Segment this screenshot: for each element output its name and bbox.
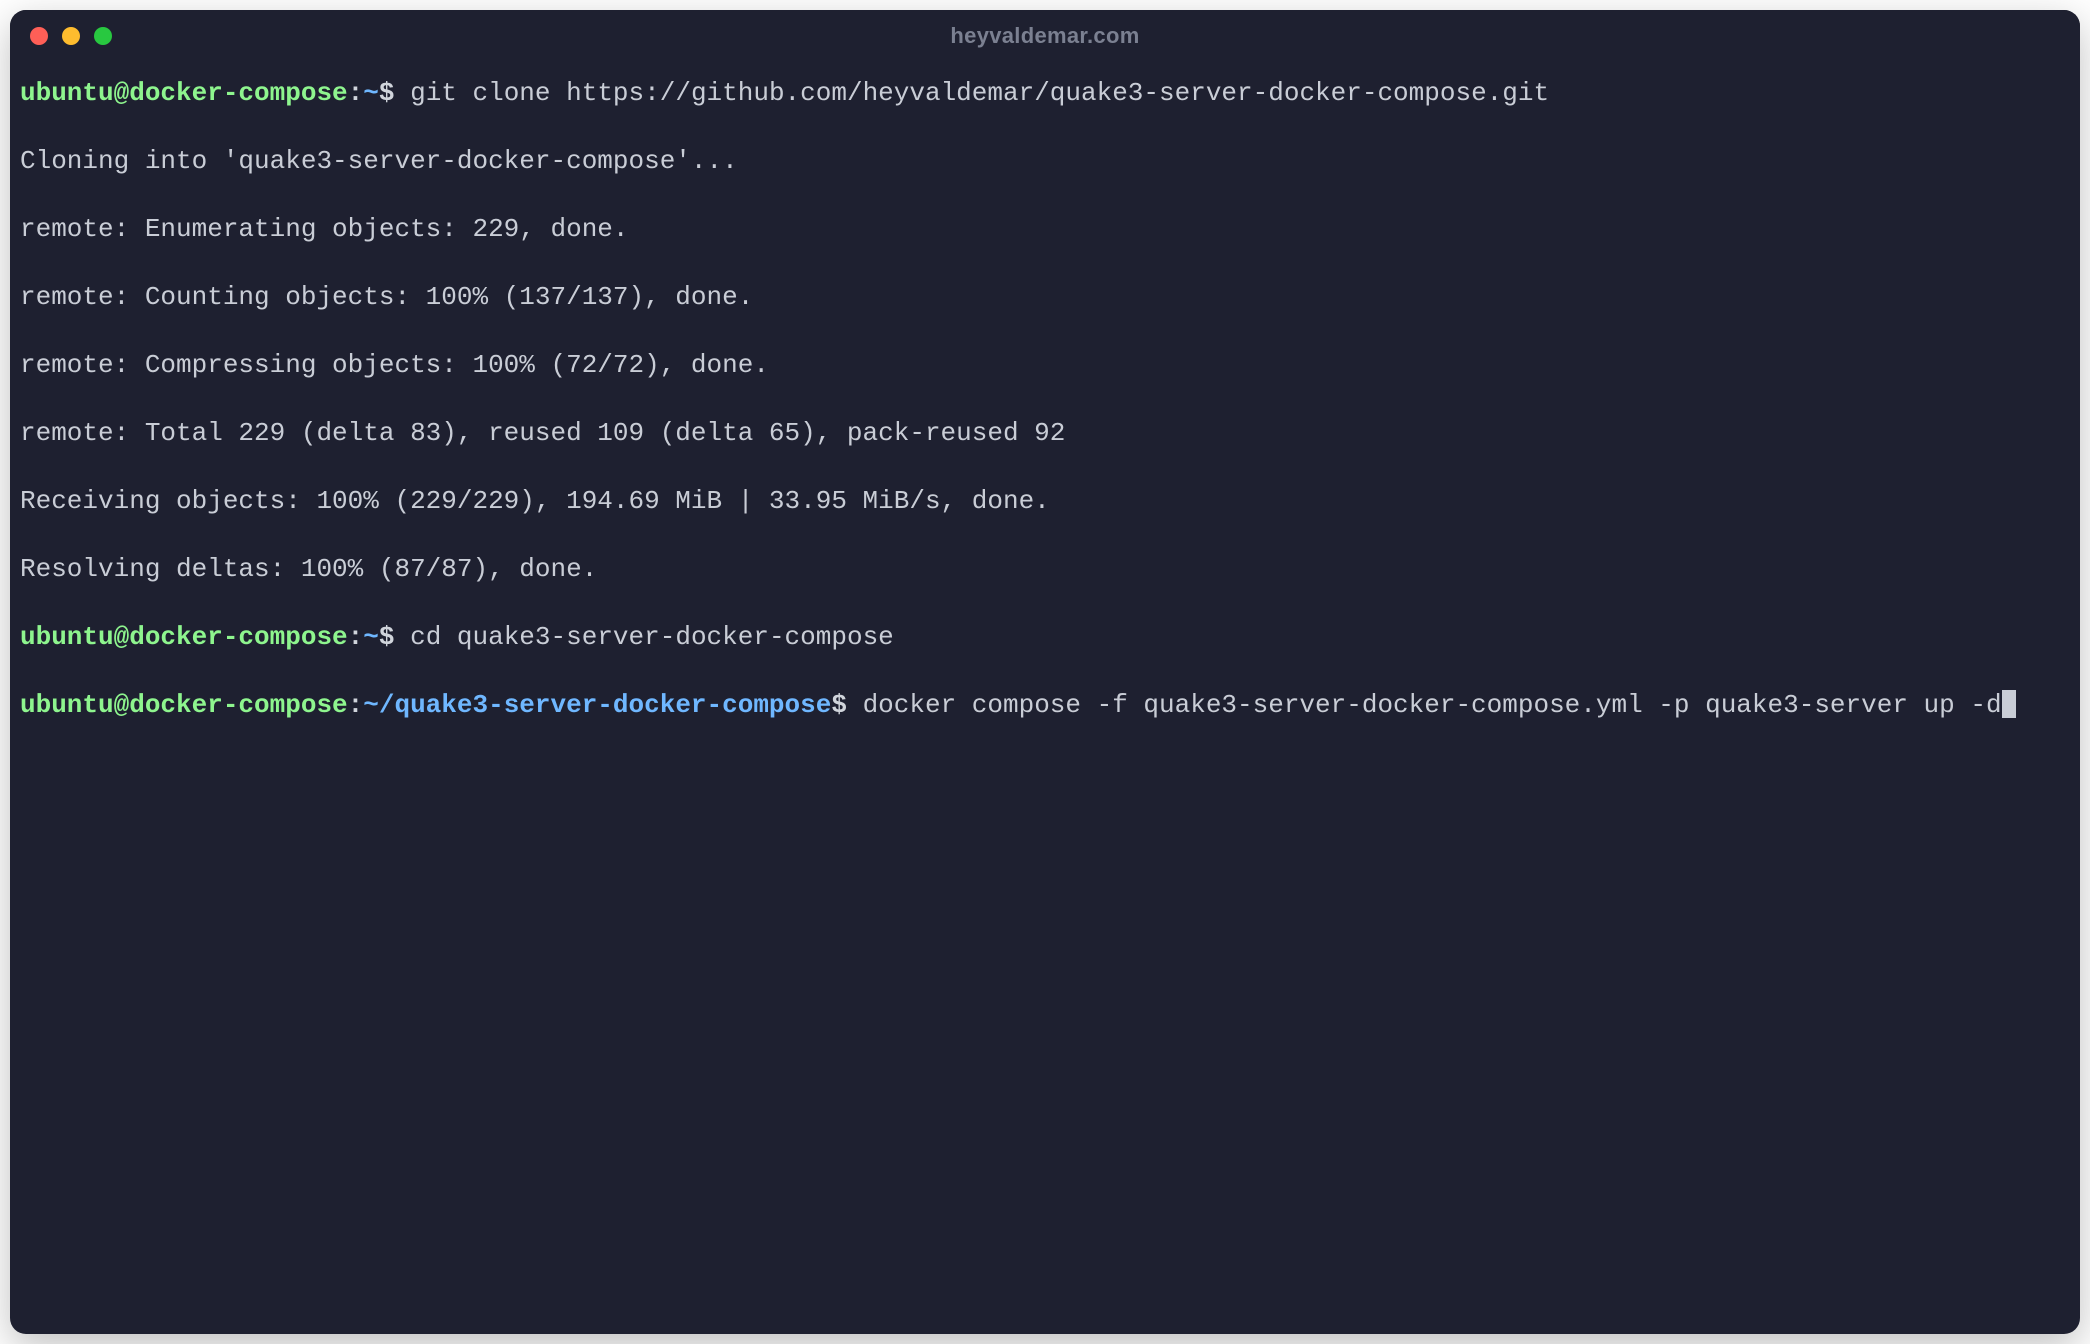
prompt-line-2: ubuntu@docker-compose:~$ cd quake3-serve… [20,620,2070,654]
prompt-colon: : [348,690,364,720]
minimize-icon[interactable] [62,27,80,45]
terminal-window: heyvaldemar.com ubuntu@docker-compose:~$… [10,10,2080,1334]
command-text: git clone https://github.com/heyvaldemar… [410,78,1549,108]
output-line: remote: Compressing objects: 100% (72/72… [20,348,2070,382]
terminal-body[interactable]: ubuntu@docker-compose:~$ git clone https… [10,62,2080,1334]
titlebar[interactable]: heyvaldemar.com [10,10,2080,62]
prompt-path: ~ [363,622,379,652]
terminal-cursor [2002,690,2016,718]
window-title: heyvaldemar.com [950,23,1139,49]
prompt-dollar: $ [379,78,410,108]
prompt-dollar: $ [379,622,410,652]
output-line: remote: Total 229 (delta 83), reused 109… [20,416,2070,450]
output-line: Receiving objects: 100% (229/229), 194.6… [20,484,2070,518]
prompt-path: ~/quake3-server-docker-compose [363,690,831,720]
prompt-user-host: ubuntu@docker-compose [20,690,348,720]
prompt-dollar: $ [831,690,862,720]
prompt-user-host: ubuntu@docker-compose [20,622,348,652]
command-text: docker compose -f quake3-server-docker-c… [863,690,2002,720]
output-line: Cloning into 'quake3-server-docker-compo… [20,144,2070,178]
output-line: remote: Counting objects: 100% (137/137)… [20,280,2070,314]
command-text: cd quake3-server-docker-compose [410,622,894,652]
page-root: heyvaldemar.com ubuntu@docker-compose:~$… [0,0,2090,1344]
output-line: Resolving deltas: 100% (87/87), done. [20,552,2070,586]
prompt-line-1: ubuntu@docker-compose:~$ git clone https… [20,76,2070,110]
prompt-colon: : [348,622,364,652]
prompt-path: ~ [363,78,379,108]
maximize-icon[interactable] [94,27,112,45]
output-line: remote: Enumerating objects: 229, done. [20,212,2070,246]
prompt-user-host: ubuntu@docker-compose [20,78,348,108]
close-icon[interactable] [30,27,48,45]
prompt-colon: : [348,78,364,108]
traffic-lights [30,27,112,45]
prompt-line-3: ubuntu@docker-compose:~/quake3-server-do… [20,688,2070,722]
